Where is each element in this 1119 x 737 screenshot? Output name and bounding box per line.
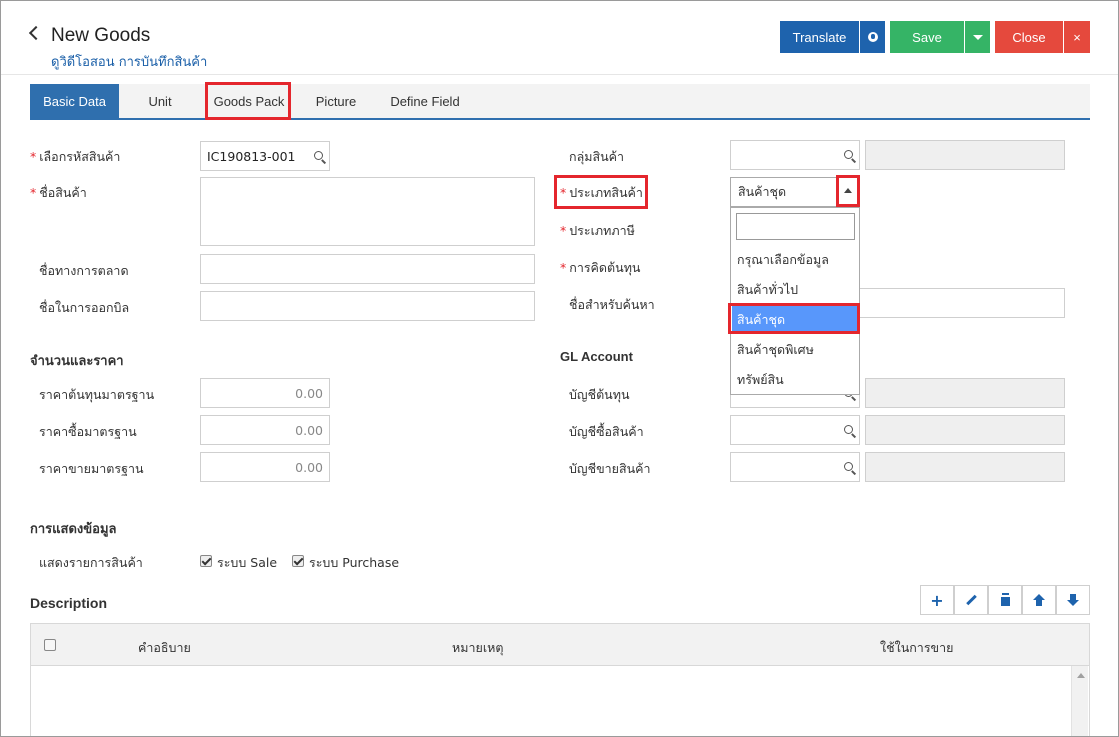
std-sell-input[interactable]: 0.00 xyxy=(200,452,330,482)
product-type-dropdown-list: กรุณาเลือกข้อมูล สินค้าทั่วไป สินค้าชุด … xyxy=(730,207,860,395)
arrow-up-icon xyxy=(1033,594,1045,606)
table-scrollbar[interactable] xyxy=(1071,666,1088,736)
dropdown-option[interactable]: กรุณาเลือกข้อมูล xyxy=(732,246,859,274)
gl-section-title: GL Account xyxy=(560,349,633,364)
purchase-checkbox[interactable] xyxy=(292,555,304,567)
product-name-textarea[interactable] xyxy=(200,177,535,246)
description-table-header: คำอธิบาย หมายเหตุ ใช้ในการขาย xyxy=(30,623,1090,666)
close-x-button[interactable]: × xyxy=(1064,21,1090,53)
select-all-checkbox[interactable] xyxy=(44,639,56,651)
product-code-label: * เลือกรหัสสินค้า xyxy=(30,149,121,164)
column-header-use-in-sale[interactable]: ใช้ในการขาย xyxy=(880,638,953,658)
description-title: Description xyxy=(30,595,108,611)
std-cost-label: ราคาต้นทุนมาตรฐาน xyxy=(39,387,155,402)
move-up-button[interactable] xyxy=(1022,585,1056,615)
cost-account-name-field xyxy=(865,378,1065,408)
highlight-selected-option xyxy=(728,303,860,334)
column-header-description[interactable]: คำอธิบาย xyxy=(138,638,191,658)
purchase-account-label: บัญชีซื้อสินค้า xyxy=(569,424,644,439)
product-type-value: สินค้าชุด xyxy=(738,184,787,199)
highlight-dropdown-toggle xyxy=(836,175,860,207)
scroll-up-icon[interactable] xyxy=(1077,673,1085,678)
sales-account-label: บัญชีขายสินค้า xyxy=(569,461,651,476)
save-options-button[interactable] xyxy=(965,21,990,53)
search-name-label: ชื่อสำหรับค้นหา xyxy=(569,297,655,312)
highlight-goods-pack xyxy=(205,82,291,120)
tab-unit[interactable]: Unit xyxy=(130,84,190,118)
product-group-input[interactable] xyxy=(730,140,860,170)
std-cost-input[interactable]: 0.00 xyxy=(200,378,330,408)
close-icon: × xyxy=(1073,29,1081,45)
purchase-account-input[interactable] xyxy=(730,415,860,445)
tab-bar: Basic Data Unit Goods Pack Picture Defin… xyxy=(30,84,1090,120)
translate-button[interactable]: Translate xyxy=(780,21,859,53)
pencil-icon xyxy=(965,594,977,606)
search-icon[interactable] xyxy=(844,150,853,159)
add-row-button[interactable]: + xyxy=(920,585,954,615)
arrow-down-icon xyxy=(1067,594,1079,606)
purchase-checkbox-label: ระบบ Purchase xyxy=(309,555,400,570)
product-code-value: IC190813-001 xyxy=(207,148,296,164)
edit-row-button[interactable] xyxy=(954,585,988,615)
page-title: New Goods xyxy=(51,25,151,46)
std-sell-label: ราคาขายมาตรฐาน xyxy=(39,461,144,476)
show-items-label: แสดงรายการสินค้า xyxy=(39,555,143,570)
product-code-input[interactable]: IC190813-001 xyxy=(200,141,330,171)
price-section-title: จำนวนและราคา xyxy=(30,354,124,369)
product-name-label: * ชื่อสินค้า xyxy=(30,185,87,200)
cost-account-label: บัญชีต้นทุน xyxy=(569,387,630,402)
tab-basic-data[interactable]: Basic Data xyxy=(30,84,119,118)
dropdown-search-input[interactable] xyxy=(736,213,855,240)
close-button[interactable]: Close xyxy=(995,21,1063,53)
caret-down-icon xyxy=(972,34,983,40)
std-buy-input[interactable]: 0.00 xyxy=(200,415,330,445)
plus-icon: + xyxy=(930,590,944,610)
dropdown-option[interactable]: สินค้าทั่วไป xyxy=(732,276,859,304)
sales-account-name-field xyxy=(865,452,1065,482)
product-group-name-field xyxy=(865,140,1065,170)
trash-icon xyxy=(1000,594,1010,606)
tab-define-field[interactable]: Define Field xyxy=(382,84,468,118)
sale-checkbox-label: ระบบ Sale xyxy=(217,555,278,570)
sales-account-input[interactable] xyxy=(730,452,860,482)
column-header-remark[interactable]: หมายเหตุ xyxy=(452,638,503,658)
display-section-title: การแสดงข้อมูล xyxy=(30,522,117,537)
tab-picture[interactable]: Picture xyxy=(308,84,364,118)
delete-row-button[interactable] xyxy=(988,585,1022,615)
billing-name-input[interactable] xyxy=(200,291,535,321)
marketing-name-input[interactable] xyxy=(200,254,535,284)
purchase-account-name-field xyxy=(865,415,1065,445)
search-icon[interactable] xyxy=(844,462,853,471)
search-icon[interactable] xyxy=(844,425,853,434)
billing-name-label: ชื่อในการออกบิล xyxy=(39,300,130,315)
back-arrow-icon[interactable] xyxy=(28,25,44,41)
product-group-label: กลุ่มสินค้า xyxy=(569,149,625,164)
dropdown-option[interactable]: สินค้าชุดพิเศษ xyxy=(732,336,859,364)
globe-icon xyxy=(867,32,878,42)
costing-method-label: * การคิดต้นทุน xyxy=(560,260,641,275)
save-button[interactable]: Save xyxy=(890,21,964,53)
sale-checkbox[interactable] xyxy=(200,555,212,567)
move-down-button[interactable] xyxy=(1056,585,1090,615)
language-button[interactable] xyxy=(860,21,885,53)
description-table-body xyxy=(30,666,1090,736)
header-divider xyxy=(1,74,1118,75)
dropdown-option[interactable]: ทรัพย์สิน xyxy=(732,366,859,394)
tutorial-video-link[interactable]: ดูวิดีโอสอน การบันทึกสินค้า xyxy=(51,51,207,72)
tax-type-label: * ประเภทภาษี xyxy=(560,223,635,238)
std-buy-label: ราคาซื้อมาตรฐาน xyxy=(39,424,137,439)
app-window: New Goods ดูวิดีโอสอน การบันทึกสินค้า Tr… xyxy=(0,0,1119,737)
highlight-product-type xyxy=(554,175,648,209)
marketing-name-label: ชื่อทางการตลาด xyxy=(39,263,129,278)
search-icon[interactable] xyxy=(314,151,323,160)
